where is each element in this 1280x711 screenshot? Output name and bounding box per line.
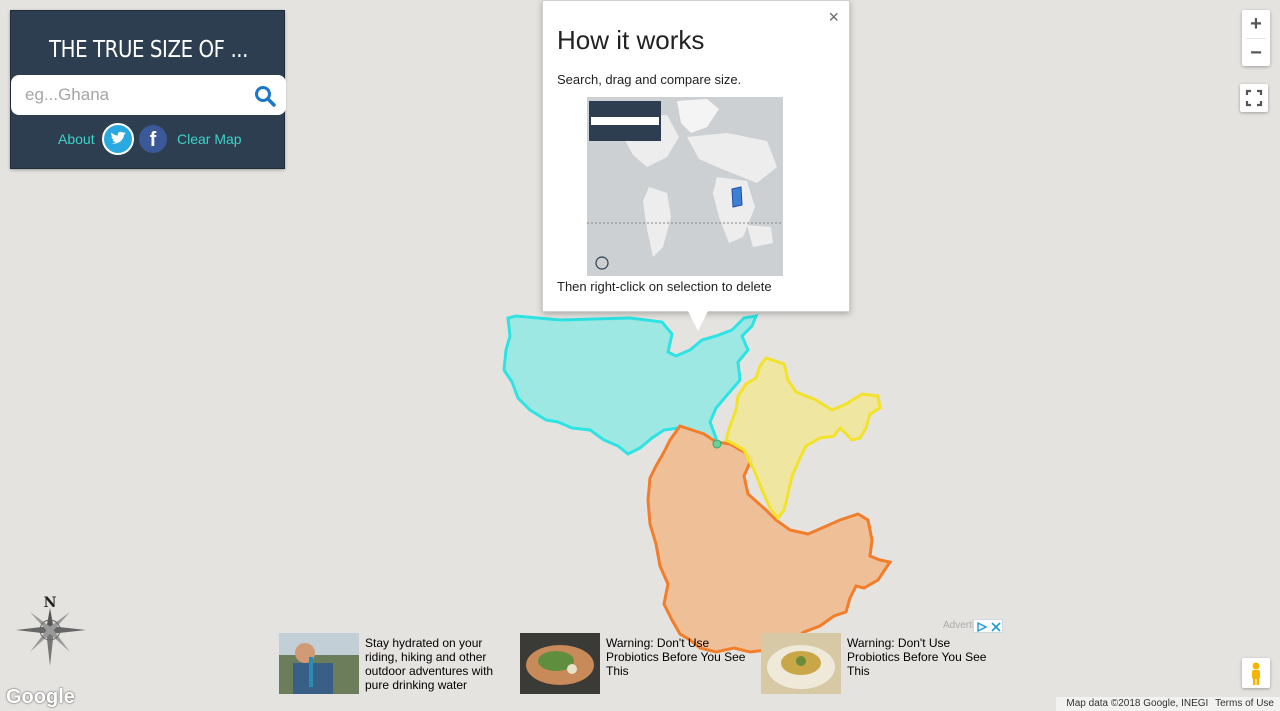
about-link[interactable]: About — [58, 131, 95, 147]
ad-choices-icon[interactable] — [973, 619, 1003, 633]
how-it-works-popup: × How it works Search, drag and compare … — [542, 0, 850, 312]
popup-subtitle: Search, drag and compare size. — [557, 72, 742, 87]
ad-label: Advertisement — [943, 620, 973, 631]
street-view-button[interactable] — [1242, 658, 1270, 688]
terms-link[interactable]: Terms of Use — [1215, 698, 1274, 709]
shape-handle[interactable] — [712, 439, 722, 449]
food-photo-icon — [520, 633, 600, 694]
popup-pointer — [688, 311, 708, 331]
zoom-in-button[interactable]: + — [1242, 10, 1270, 38]
ad-item[interactable]: Stay hydrated on your riding, hiking and… — [279, 633, 515, 695]
clear-map-link[interactable]: Clear Map — [177, 131, 242, 147]
ad-item[interactable]: Warning: Don't Use Probiotics Before You… — [520, 633, 756, 695]
zoom-controls: + − — [1242, 10, 1270, 66]
hydration-photo-icon — [279, 633, 359, 694]
zoom-out-button[interactable]: − — [1242, 39, 1270, 67]
search-input[interactable] — [25, 83, 245, 107]
fullscreen-icon — [1245, 89, 1263, 107]
map-data-label: Map data ©2018 Google, INEGI — [1066, 698, 1209, 709]
close-icon[interactable]: × — [828, 7, 839, 28]
map-attribution: Map data ©2018 Google, INEGI Terms of Us… — [1056, 697, 1280, 711]
popup-title: How it works — [557, 25, 705, 55]
facebook-icon[interactable]: f — [137, 123, 169, 155]
fullscreen-button[interactable] — [1240, 84, 1268, 112]
compass-icon: N — [16, 595, 86, 666]
demo-map-image — [587, 97, 783, 276]
app-title: THE TRUE SIZE OF ... — [48, 37, 249, 63]
ad-text[interactable]: Stay hydrated on your riding, hiking and… — [365, 636, 515, 692]
search-box — [11, 75, 286, 115]
popup-footer: Then right-click on selection to delete — [557, 279, 772, 294]
search-panel: THE TRUE SIZE OF ... About f Clear Map — [10, 10, 286, 169]
soup-photo-icon — [761, 633, 841, 694]
twitter-icon[interactable] — [102, 123, 134, 155]
ad-text[interactable]: Warning: Don't Use Probiotics Before You… — [606, 636, 756, 678]
ad-text[interactable]: Warning: Don't Use Probiotics Before You… — [847, 636, 997, 678]
search-icon[interactable] — [254, 85, 276, 107]
google-logo: Google — [6, 686, 75, 708]
pegman-icon — [1252, 662, 1260, 685]
ad-item[interactable]: Warning: Don't Use Probiotics Before You… — [761, 633, 997, 695]
panel-links: About f Clear Map — [11, 123, 286, 155]
